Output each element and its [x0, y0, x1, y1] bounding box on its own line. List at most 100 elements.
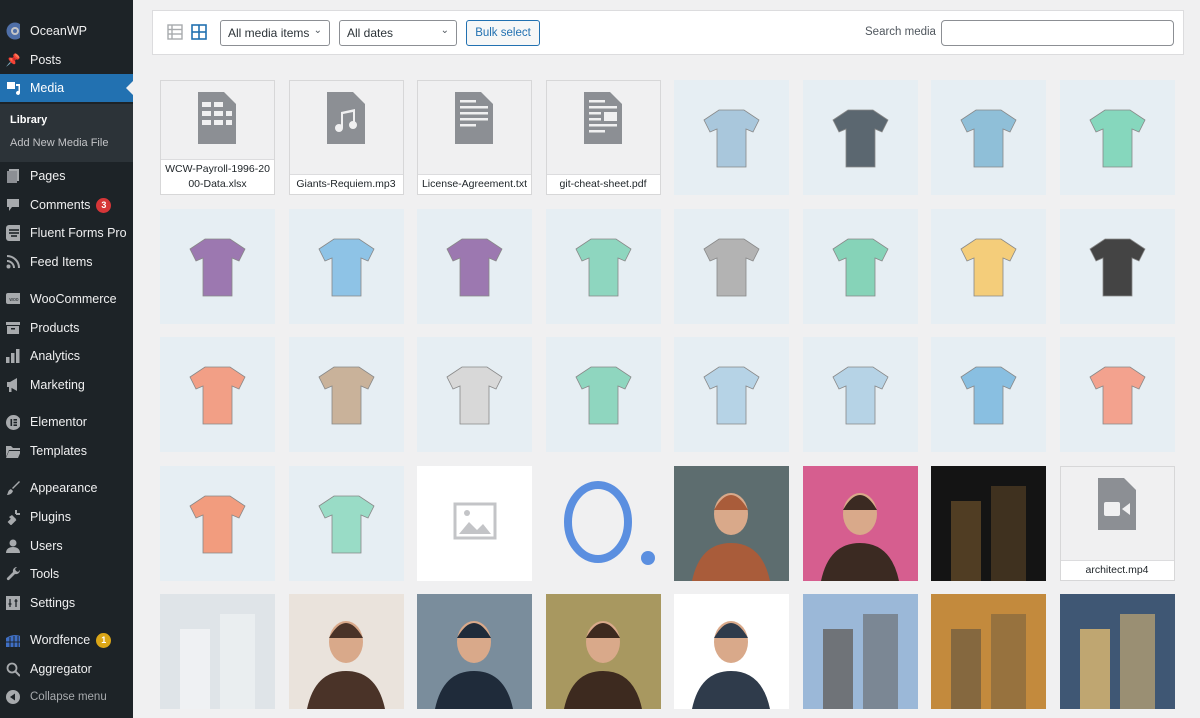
date-filter[interactable]: All dates ⌄	[339, 20, 457, 46]
media-item-image[interactable]	[288, 337, 404, 452]
media-item-image[interactable]	[1059, 594, 1175, 709]
media-item-image[interactable]	[802, 80, 918, 195]
wordpress-pennant-thumbnail	[802, 80, 918, 195]
media-item-image[interactable]	[674, 594, 789, 709]
hoodie-pink-thumbnail	[1059, 337, 1175, 452]
sidebar-item-label: Wordfence	[30, 633, 91, 647]
sidebar-item-oceanwp[interactable]: OceanWP	[0, 17, 133, 45]
sidebar-item-woocommerce[interactable]: woo WooCommerce	[0, 285, 133, 313]
media-item-image[interactable]	[1059, 80, 1175, 195]
sidebar-item-pages[interactable]: Pages	[0, 162, 133, 190]
sidebar-item-label: Comments	[30, 198, 91, 212]
archive-icon	[6, 321, 20, 335]
media-item-image[interactable]	[160, 208, 275, 324]
media-item-file[interactable]: architect.mp4	[1059, 465, 1175, 581]
sidebar-item-elementor[interactable]: Elementor	[0, 408, 133, 436]
aggregator-icon	[6, 662, 20, 677]
media-item-image[interactable]	[802, 337, 918, 452]
media-item-image[interactable]	[160, 594, 275, 709]
media-filename: git-cheat-sheet.pdf	[546, 174, 660, 194]
tshirt-gray-thumbnail	[417, 337, 532, 452]
video-file-icon	[1097, 477, 1136, 530]
media-item-file[interactable]: git-cheat-sheet.pdf	[545, 80, 661, 195]
grid-view-icon[interactable]	[191, 24, 207, 40]
sidebar-item-marketing[interactable]: Marketing	[0, 371, 133, 399]
media-item-image[interactable]	[160, 337, 275, 452]
paintbrush-icon	[6, 480, 20, 495]
media-item-image[interactable]	[802, 465, 918, 581]
pages-icon	[6, 169, 20, 183]
media-item-file[interactable]: Giants-Requiem.mp3	[288, 80, 404, 195]
sidebar-item-users[interactable]: Users	[0, 532, 133, 560]
media-item-image[interactable]	[545, 465, 661, 581]
sidebar-item-tools[interactable]: Tools	[0, 560, 133, 588]
media-item-image[interactable]	[545, 337, 661, 452]
elementor-icon	[6, 414, 20, 430]
sidebar-item-feed-items[interactable]: Feed Items	[0, 248, 133, 276]
media-type-filter[interactable]: All media items ⌄	[220, 20, 330, 46]
media-item-image[interactable]	[1059, 208, 1175, 324]
polo-blue-thumbnail	[288, 208, 404, 324]
media-item-image[interactable]	[802, 208, 918, 324]
bulk-select-button[interactable]: Bulk select	[466, 20, 540, 46]
hoodie-blue-logo-thumbnail	[674, 337, 789, 452]
media-item-image[interactable]	[674, 208, 789, 324]
sidebar-item-analytics[interactable]: Analytics	[0, 342, 133, 370]
bald-man-laughing-thumbnail	[674, 594, 789, 709]
media-item-image[interactable]	[931, 80, 1046, 195]
media-item-image[interactable]	[802, 594, 918, 709]
submenu-add-new-media-file[interactable]: Add New Media File	[10, 137, 108, 149]
media-item-image[interactable]	[545, 208, 661, 324]
media-item-image[interactable]	[931, 208, 1046, 324]
media-item-image[interactable]	[160, 465, 275, 581]
media-toolbar: All media items ⌄ All dates ⌄ Bulk selec…	[152, 10, 1184, 55]
submenu-library[interactable]: Library	[10, 114, 47, 126]
sidebar-item-label: Media	[30, 81, 65, 95]
sidebar-item-comments[interactable]: Comments 3	[0, 191, 133, 219]
media-item-image[interactable]	[288, 594, 404, 709]
media-item-image[interactable]	[417, 594, 532, 709]
sidebar-item-products[interactable]: Products	[0, 314, 133, 342]
beanie-orange-thumbnail	[160, 337, 275, 452]
sidebar-item-media[interactable]: Media	[0, 74, 133, 102]
sidebar-item-plugins[interactable]: Plugins	[0, 503, 133, 531]
media-item-image[interactable]	[674, 465, 789, 581]
comment-icon	[6, 198, 20, 212]
woman-phone-thumbnail	[288, 594, 404, 709]
media-item-image[interactable]	[674, 80, 789, 195]
sidebar-item-label: Marketing	[30, 378, 85, 392]
media-item-image[interactable]	[417, 465, 532, 581]
media-item-image[interactable]	[931, 594, 1046, 709]
media-item-image[interactable]	[1059, 337, 1175, 452]
search-media-input[interactable]	[941, 20, 1174, 46]
sidebar-item-settings[interactable]: Settings	[0, 589, 133, 617]
media-item-image[interactable]	[417, 208, 532, 324]
media-item-image[interactable]	[931, 465, 1046, 581]
woo-single-album-thumbnail	[160, 208, 275, 324]
oceanwp-logo-thumbnail	[545, 465, 661, 581]
media-item-image[interactable]	[417, 337, 532, 452]
sidebar-item-label: Users	[30, 539, 63, 553]
media-item-image[interactable]	[674, 337, 789, 452]
media-item-image[interactable]	[288, 208, 404, 324]
sidebar-item-label: Posts	[30, 53, 62, 67]
fluent-forms-icon	[6, 225, 20, 241]
pdf-file-icon	[583, 92, 622, 144]
media-item-image[interactable]	[288, 465, 404, 581]
sidebar-item-appearance[interactable]: Appearance	[0, 474, 133, 502]
sidebar-item-wordfence[interactable]: Wordfence 1	[0, 626, 133, 654]
media-item-image[interactable]	[931, 337, 1046, 452]
media-item-file[interactable]: License-Agreement.txt	[417, 80, 532, 195]
media-filename: Giants-Requiem.mp3	[289, 174, 403, 194]
collapse-menu-button[interactable]: Collapse menu	[0, 683, 133, 711]
sidebar-item-posts[interactable]: 📌 Posts	[0, 46, 133, 74]
sidebar-item-fluent-forms-pro[interactable]: Fluent Forms Pro	[0, 219, 133, 247]
media-item-file[interactable]: WCW-Payroll-1996-2000-Data.xlsx	[160, 80, 275, 195]
audio-file-icon	[326, 92, 365, 144]
admin-sidebar: OceanWP 📌 Posts Media Pages Comments 3 Fluent F…	[0, 0, 133, 718]
wrench-icon	[6, 566, 20, 581]
media-item-image[interactable]	[545, 594, 661, 709]
sidebar-item-aggregator[interactable]: Aggregator	[0, 655, 133, 683]
sidebar-item-templates[interactable]: Templates	[0, 437, 133, 465]
list-view-icon[interactable]	[167, 24, 183, 40]
